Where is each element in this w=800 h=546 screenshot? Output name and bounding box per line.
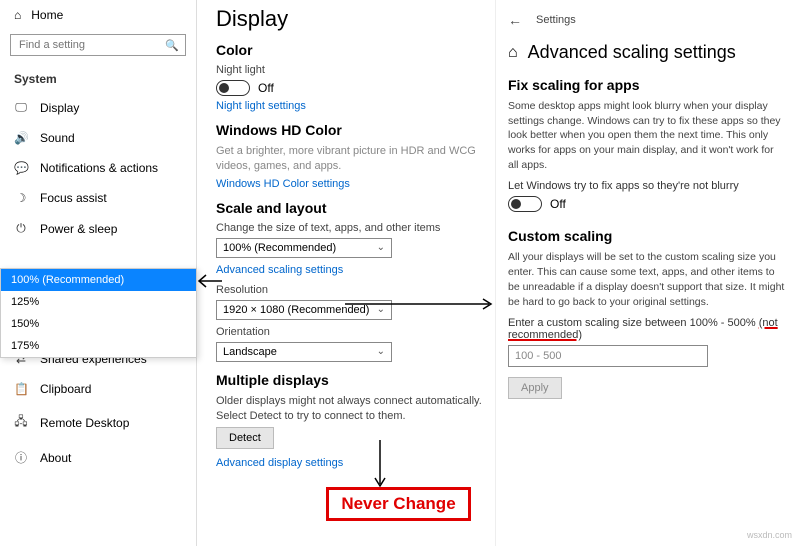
multiple-displays-description: Older displays might not always connect … [216, 394, 482, 424]
nav-power-sleep[interactable]: ⏻ Power & sleep [0, 213, 196, 244]
chevron-down-icon: ⌄ [377, 242, 385, 253]
advanced-scaling-link[interactable]: Advanced scaling settings [216, 264, 482, 276]
right-header: ← Settings [508, 12, 786, 28]
chevron-down-icon: ⌄ [377, 346, 385, 357]
advanced-title: Advanced scaling settings [528, 42, 736, 63]
nav-label: Sound [40, 131, 75, 145]
scale-option-100[interactable]: 100% (Recommended) [1, 269, 196, 291]
custom-scaling-description: All your displays will be set to the cus… [508, 250, 786, 309]
scale-option-150[interactable]: 150% [1, 313, 196, 335]
custom-scaling-input[interactable]: 100 - 500 [508, 345, 708, 367]
display-icon: 🖵 [14, 100, 28, 115]
night-light-settings-link[interactable]: Night light settings [216, 100, 482, 112]
custom-scaling-heading: Custom scaling [508, 228, 786, 244]
header-label: Settings [536, 14, 576, 26]
nav-label: Power & sleep [40, 222, 117, 236]
advanced-title-row: ⌂ Advanced scaling settings [508, 42, 786, 63]
home-icon[interactable]: ⌂ [508, 44, 518, 62]
nav-label: Remote Desktop [40, 416, 129, 430]
nav-notifications[interactable]: 💬 Notifications & actions [0, 153, 196, 183]
custom-scaling-label: Enter a custom scaling size between 100%… [508, 317, 786, 341]
about-icon: ⓘ [14, 449, 28, 466]
advanced-display-link[interactable]: Advanced display settings [216, 457, 482, 469]
never-change-annotation: Never Change [326, 487, 471, 521]
nav-focus-assist[interactable]: ☽ Focus assist [0, 183, 196, 213]
power-icon: ⏻ [14, 221, 28, 236]
fix-scaling-heading: Fix scaling for apps [508, 77, 786, 93]
nav-remote-desktop[interactable]: 🖧 Remote Desktop [0, 404, 196, 441]
home-label: Home [31, 8, 63, 22]
fix-toggle-label: Let Windows try to fix apps so they're n… [508, 180, 786, 192]
advanced-scaling-pane: ← Settings ⌂ Advanced scaling settings F… [495, 0, 800, 546]
night-light-label: Night light [216, 64, 482, 76]
fix-toggle-state: Off [550, 197, 566, 211]
arrow-right-icon [345, 297, 495, 313]
search-box[interactable]: 🔍 [10, 34, 186, 56]
hd-color-description: Get a brighter, more vibrant picture in … [216, 144, 482, 174]
scale-value: 100% (Recommended) [223, 242, 336, 254]
page-title: Display [216, 6, 482, 32]
back-icon[interactable]: ← [508, 12, 522, 28]
nav-label: Notifications & actions [40, 161, 158, 175]
nav-label: Focus assist [40, 191, 107, 205]
orientation-combo[interactable]: Landscape ⌄ [216, 342, 392, 362]
search-icon: 🔍 [165, 39, 179, 52]
scale-dropdown-popup: 100% (Recommended) 125% 150% 175% [0, 268, 197, 358]
apply-button[interactable]: Apply [508, 377, 562, 399]
night-light-toggle[interactable]: Off [216, 80, 482, 96]
color-heading: Color [216, 42, 482, 58]
section-label: System [0, 66, 196, 92]
nav-sound[interactable]: 🔊 Sound [0, 123, 196, 153]
nav-label: About [40, 451, 71, 465]
nav-label: Clipboard [40, 382, 91, 396]
toggle-switch-icon [508, 196, 542, 212]
toggle-switch-icon [216, 80, 250, 96]
scale-option-125[interactable]: 125% [1, 291, 196, 313]
orientation-label: Orientation [216, 326, 482, 338]
notifications-icon: 💬 [14, 161, 28, 175]
orientation-value: Landscape [223, 346, 277, 358]
search-input[interactable] [17, 38, 165, 52]
fix-scaling-description: Some desktop apps might look blurry when… [508, 99, 786, 172]
night-light-state: Off [258, 81, 274, 95]
fix-apps-toggle[interactable]: Off [508, 196, 786, 212]
arrow-down-icon [372, 440, 388, 490]
remote-icon: 🖧 [14, 412, 28, 433]
nav-about[interactable]: ⓘ About [0, 441, 196, 474]
nav-display[interactable]: 🖵 Display [0, 92, 196, 123]
arrow-left-icon [196, 272, 222, 290]
hd-color-settings-link[interactable]: Windows HD Color settings [216, 178, 482, 190]
multiple-displays-heading: Multiple displays [216, 372, 482, 388]
sound-icon: 🔊 [14, 131, 28, 145]
hd-color-heading: Windows HD Color [216, 122, 482, 138]
scale-option-175[interactable]: 175% [1, 335, 196, 357]
detect-button[interactable]: Detect [216, 427, 274, 449]
home-icon: ⌂ [14, 8, 21, 22]
clipboard-icon: 📋 [14, 382, 28, 396]
nav-clipboard[interactable]: 📋 Clipboard [0, 374, 196, 404]
scale-layout-heading: Scale and layout [216, 200, 482, 216]
nav-label: Display [40, 101, 79, 115]
watermark: wsxdn.com [747, 530, 792, 540]
focus-icon: ☽ [14, 191, 28, 205]
scale-combo[interactable]: 100% (Recommended) ⌄ [216, 238, 392, 258]
resolution-label: Resolution [216, 284, 482, 296]
scale-label: Change the size of text, apps, and other… [216, 222, 482, 234]
display-settings-pane: Display Color Night light Off Night ligh… [210, 0, 490, 546]
home-link[interactable]: ⌂ Home [0, 0, 196, 30]
